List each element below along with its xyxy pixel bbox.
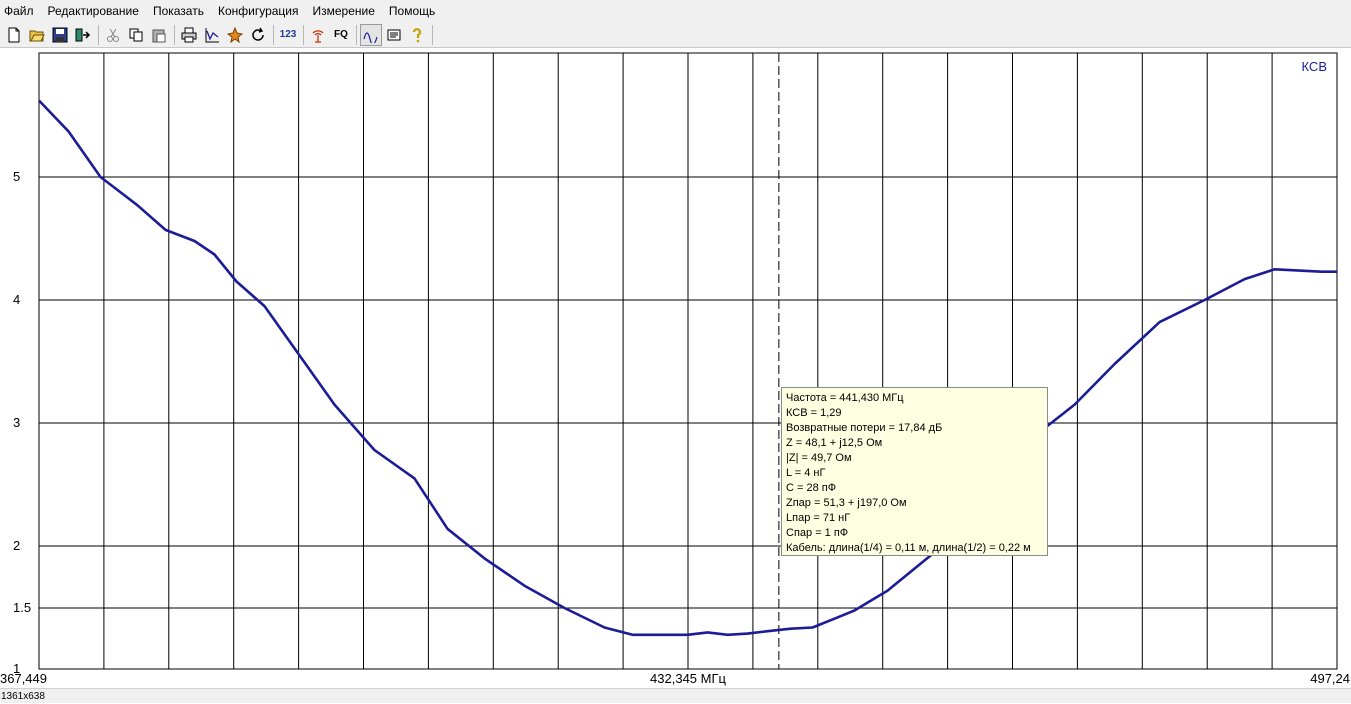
tooltip-line: Cпар = 1 пФ	[786, 527, 849, 539]
x-center-label: 432,345 МГц	[650, 671, 726, 686]
toolbar-separator	[98, 24, 99, 45]
settings-star-icon[interactable]	[224, 24, 246, 46]
menu-configuration[interactable]: Конфигурация	[211, 0, 306, 22]
toolbar: 123 FQ	[0, 22, 1351, 48]
tooltip-line: Zпар = 51,3 + j197,0 Ом	[786, 497, 907, 509]
y-tick-label: 4	[13, 292, 20, 307]
menu-view[interactable]: Показать	[146, 0, 211, 22]
print-icon[interactable]	[178, 24, 200, 46]
menu-file[interactable]: Файл	[0, 0, 41, 22]
tooltip-line: L = 4 нГ	[786, 467, 826, 479]
y-tick-label: 1.5	[13, 600, 31, 615]
tooltip-line: КСВ = 1,29	[786, 407, 842, 419]
save-disk-icon[interactable]	[49, 24, 71, 46]
toolbar-separator	[303, 24, 304, 45]
tooltip-line: C = 28 пФ	[786, 482, 837, 494]
tooltip-line: Возвратные потери = 17,84 дБ	[786, 422, 943, 434]
toolbar-separator	[273, 24, 274, 45]
menu-edit[interactable]: Редактирование	[41, 0, 146, 22]
tooltip-line: Lпар = 71 нГ	[786, 512, 851, 524]
graph-icon[interactable]	[201, 24, 223, 46]
numbers-icon[interactable]: 123	[277, 24, 299, 46]
tooltip-line: Кабель: длина(1/4) = 0,11 м, длина(1/2) …	[786, 542, 1031, 554]
fq-icon[interactable]: FQ	[330, 24, 352, 46]
menu-measurement[interactable]: Измерение	[305, 0, 381, 22]
help-icon[interactable]	[406, 24, 428, 46]
tooltip-line: |Z| = 49,7 Ом	[786, 452, 852, 464]
y-tick-label: 5	[13, 169, 20, 184]
paste-icon[interactable]	[148, 24, 170, 46]
refresh-icon[interactable]	[247, 24, 269, 46]
toolbar-separator	[356, 24, 357, 45]
x-end-label: 497,24	[1310, 671, 1350, 686]
new-file-icon[interactable]	[3, 24, 25, 46]
cut-icon[interactable]	[102, 24, 124, 46]
chart-canvas[interactable]: 11.52345367,449 432,345 МГц 497,24КСВ	[0, 48, 1351, 688]
menu-help[interactable]: Помощь	[382, 0, 442, 22]
toolbar-separator	[174, 24, 175, 45]
swr-chart[interactable]: 1 1.5 2 3 4 5 367,449 432,345 МГц 497,24 КСВ	[0, 48, 1351, 688]
status-bar: 1361x638	[0, 688, 1351, 703]
chart-title: КСВ	[1302, 59, 1328, 74]
toolbar-separator	[432, 24, 433, 45]
export-icon[interactable]	[72, 24, 94, 46]
notes-icon[interactable]	[383, 24, 405, 46]
tooltip-line: Частота = 441,430 МГц	[786, 392, 904, 404]
menu-bar: Файл Редактирование Показать Конфигураци…	[0, 0, 1351, 22]
antenna-icon[interactable]	[307, 24, 329, 46]
y-tick-label: 3	[13, 415, 20, 430]
scale-icon[interactable]	[360, 23, 382, 46]
x-start-label: 367,449	[0, 671, 47, 686]
y-tick-label: 2	[13, 538, 20, 553]
measurement-tooltip: Частота = 441,430 МГц КСВ = 1,29 Возвратны…	[781, 387, 1048, 556]
tooltip-line: Z = 48,1 + j12,5 Ом	[786, 437, 883, 449]
open-folder-icon[interactable]	[26, 24, 48, 46]
copy-icon[interactable]	[125, 24, 147, 46]
